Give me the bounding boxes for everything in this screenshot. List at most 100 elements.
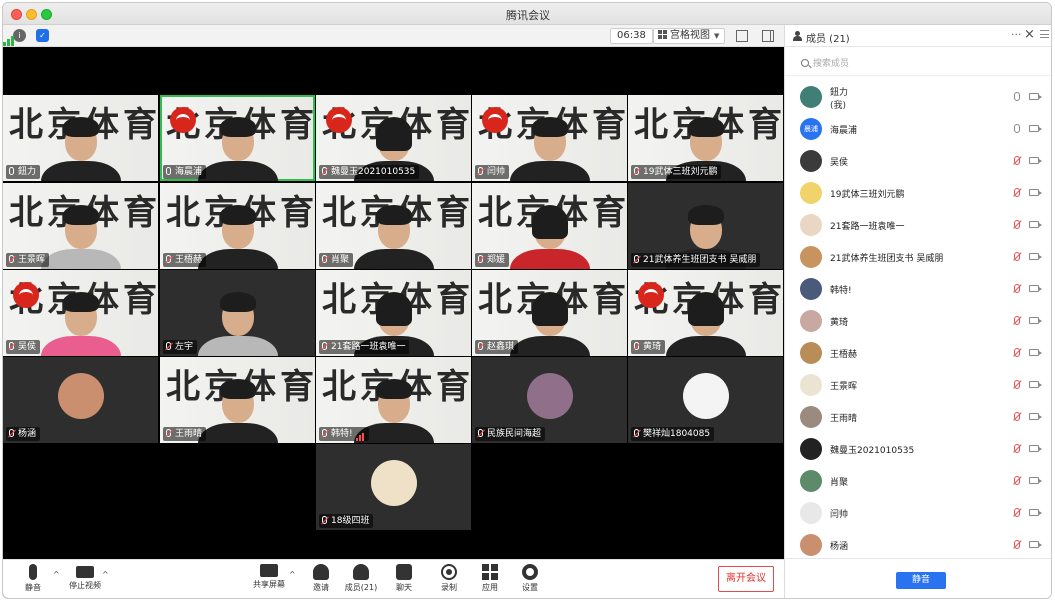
participant-video xyxy=(197,375,278,443)
member-list-item[interactable]: 闫帅 xyxy=(785,497,1051,529)
video-tile[interactable]: 北京体育海晨浦 xyxy=(160,95,315,181)
video-tile[interactable]: 北京体育黄琦 xyxy=(628,270,783,356)
video-tile[interactable]: 北京体育魏曼玉2021010535 xyxy=(316,95,471,181)
info-icon[interactable]: i xyxy=(13,29,26,42)
video-camera-icon[interactable] xyxy=(1029,221,1042,228)
video-camera-icon[interactable] xyxy=(1029,285,1042,292)
video-camera-icon[interactable] xyxy=(1029,125,1042,132)
member-list-item[interactable]: 肖聚 xyxy=(785,465,1051,497)
member-list-item[interactable]: 21套路一班袁唯一 xyxy=(785,209,1051,241)
microphone-muted-icon[interactable] xyxy=(1014,188,1020,197)
avatar xyxy=(800,406,822,428)
video-camera-icon[interactable] xyxy=(1029,509,1042,516)
microphone-muted-icon[interactable] xyxy=(1014,220,1020,229)
video-camera-icon[interactable] xyxy=(1029,349,1042,356)
participant-video xyxy=(40,288,121,356)
grid-view-button[interactable]: 宫格视图 ▼ xyxy=(653,28,725,44)
video-camera-icon[interactable] xyxy=(1029,189,1042,196)
microphone-muted-icon xyxy=(478,167,483,175)
mute-button[interactable]: 静音 xyxy=(9,564,57,593)
video-tile[interactable]: 杨涵 xyxy=(3,357,158,443)
video-tile[interactable]: 北京体育肖聚 xyxy=(316,183,471,269)
share-screen-button[interactable]: 共享屏幕 xyxy=(245,564,293,590)
video-camera-icon[interactable] xyxy=(1029,445,1042,452)
member-list-item[interactable]: 黄琦 xyxy=(785,305,1051,337)
member-list-item[interactable]: 王景晖 xyxy=(785,369,1051,401)
microphone-muted-icon[interactable] xyxy=(1014,156,1020,165)
video-tile[interactable]: 北京体育鈕力 xyxy=(3,95,158,181)
member-list-item[interactable]: 21武体养生班团支书 吴威朋 xyxy=(785,241,1051,273)
security-shield-icon[interactable]: ✓ xyxy=(36,29,49,42)
microphone-muted-icon[interactable] xyxy=(1014,252,1020,261)
microphone-muted-icon[interactable] xyxy=(1014,540,1020,549)
microphone-muted-icon[interactable] xyxy=(1014,444,1020,453)
video-camera-icon[interactable] xyxy=(1029,413,1042,420)
share-options-caret-icon[interactable]: ^ xyxy=(289,570,296,579)
settings-button[interactable]: 设置 xyxy=(506,564,554,593)
member-list-item[interactable]: 鈕力 (我) xyxy=(785,81,1051,113)
video-tile[interactable]: 北京体育王景晖 xyxy=(3,183,158,269)
microphone-muted-icon[interactable] xyxy=(1014,348,1020,357)
video-camera-icon[interactable] xyxy=(1029,381,1042,388)
video-tile[interactable]: 北京体育王梧赫 xyxy=(160,183,315,269)
video-camera-icon[interactable] xyxy=(1029,93,1042,100)
members-button[interactable]: 成员(21) xyxy=(337,564,385,593)
video-camera-icon[interactable] xyxy=(1029,541,1042,548)
member-list-item[interactable]: 杨涵 xyxy=(785,529,1051,561)
microphone-muted-icon[interactable] xyxy=(1014,380,1020,389)
member-list-item[interactable]: 王雨晴 xyxy=(785,401,1051,433)
video-tile[interactable]: 21武体养生班团支书 吴威朋 xyxy=(628,183,783,269)
participant-name: 海晨浦 xyxy=(175,167,203,177)
menu-icon[interactable] xyxy=(1040,30,1049,38)
member-list-item[interactable]: 吴侯 xyxy=(785,145,1051,177)
members-panel-footer: 静音 xyxy=(785,558,1051,598)
participant-name-label: 韩特! xyxy=(319,427,369,441)
leave-meeting-button[interactable]: 离开会议 xyxy=(718,566,774,592)
video-tile[interactable]: 北京体育郑媛 xyxy=(472,183,627,269)
video-tile[interactable]: 北京体育王雨晴 xyxy=(160,357,315,443)
member-list-item[interactable]: 19武体三班刘元鹏 xyxy=(785,177,1051,209)
video-tile[interactable]: 樊祥灿1804085 xyxy=(628,357,783,443)
close-icon[interactable]: × xyxy=(1024,27,1035,42)
audio-options-caret-icon[interactable]: ^ xyxy=(53,570,60,579)
member-list-item[interactable]: 魏曼玉2021010535 xyxy=(785,433,1051,465)
fullscreen-icon[interactable] xyxy=(736,30,748,42)
microphone-muted-icon[interactable] xyxy=(1014,284,1020,293)
video-tile[interactable]: 北京体育韩特! xyxy=(316,357,471,443)
video-tile[interactable]: 北京体育赵鑫琪 xyxy=(472,270,627,356)
participant-name: 杨涵 xyxy=(18,429,37,439)
video-options-caret-icon[interactable]: ^ xyxy=(102,570,109,579)
university-logo-icon xyxy=(326,107,352,133)
microphone-muted-icon[interactable] xyxy=(1014,508,1020,517)
video-tile[interactable]: 北京体育19武体三班刘元鹏 xyxy=(628,95,783,181)
video-camera-icon[interactable] xyxy=(1029,477,1042,484)
member-list-item[interactable]: 韩特! xyxy=(785,273,1051,305)
participant-video xyxy=(665,288,746,356)
member-list-item[interactable]: 晨浦 海晨浦 xyxy=(785,113,1051,145)
microphone-icon[interactable] xyxy=(1014,92,1020,101)
mute-all-button[interactable]: 静音 xyxy=(896,572,946,589)
video-tile[interactable]: 北京体育吴侯 xyxy=(3,270,158,356)
microphone-muted-icon[interactable] xyxy=(1014,316,1020,325)
chat-button[interactable]: 聊天 xyxy=(380,564,428,593)
video-camera-icon[interactable] xyxy=(1029,253,1042,260)
microphone-muted-icon[interactable] xyxy=(1014,476,1020,485)
more-options-icon[interactable]: ··· xyxy=(1011,28,1022,41)
search-input[interactable] xyxy=(813,56,1033,72)
video-tile[interactable]: 民族民间海超 xyxy=(472,357,627,443)
toggle-sidebar-icon[interactable] xyxy=(762,30,774,42)
microphone-muted-icon[interactable] xyxy=(1014,412,1020,421)
video-tile[interactable]: 北京体育21套路一班袁唯一 xyxy=(316,270,471,356)
member-list-item[interactable]: 王梧赫 xyxy=(785,337,1051,369)
video-camera-icon[interactable] xyxy=(1029,317,1042,324)
member-name: 韩特! xyxy=(830,286,852,296)
microphone-icon xyxy=(166,167,171,175)
avatar xyxy=(800,246,822,268)
video-tile[interactable]: 左宇 xyxy=(160,270,315,356)
microphone-muted-icon xyxy=(166,255,171,263)
microphone-muted-icon xyxy=(322,167,327,175)
video-camera-icon[interactable] xyxy=(1029,157,1042,164)
video-tile[interactable]: 北京体育闫帅 xyxy=(472,95,627,181)
video-tile[interactable]: 18级四班 xyxy=(316,444,471,530)
microphone-icon[interactable] xyxy=(1014,124,1020,133)
